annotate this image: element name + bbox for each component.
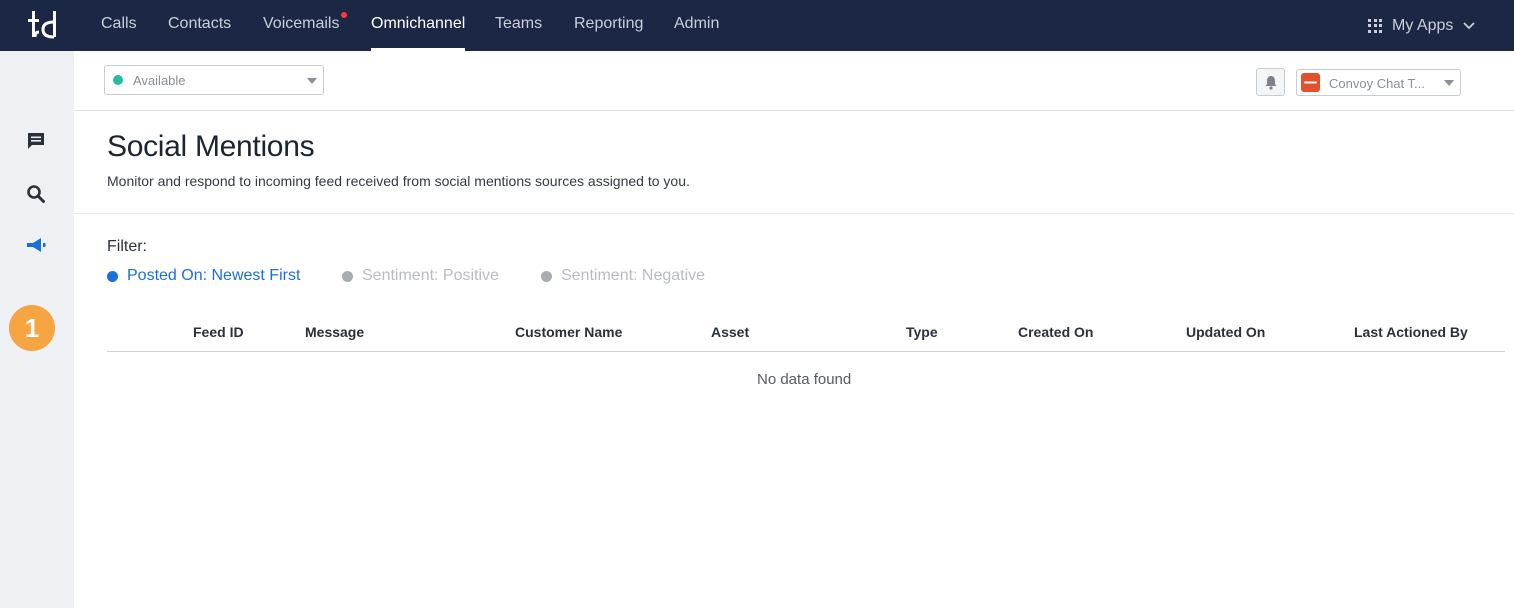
status-select[interactable]: Available	[104, 65, 324, 95]
filter-dot	[107, 270, 118, 282]
filter-sentiment-positive[interactable]: Sentiment: Positive	[342, 267, 499, 285]
filter-option-label: Sentiment: Positive	[362, 267, 499, 284]
column-header-updated-on[interactable]: Updated On	[1186, 324, 1265, 340]
caret-down-icon	[307, 78, 317, 84]
page-title: Social Mentions	[107, 130, 315, 163]
table-divider	[107, 351, 1505, 352]
nav-admin[interactable]: Admin	[674, 0, 719, 51]
chat-icon[interactable]	[24, 129, 48, 153]
left-sidebar: 1	[0, 51, 74, 608]
column-header-customer-name[interactable]: Customer Name	[515, 324, 622, 340]
search-icon[interactable]	[24, 182, 48, 206]
status-value: Available	[133, 73, 186, 88]
column-header-message[interactable]: Message	[305, 324, 364, 340]
filter-label: Filter:	[107, 238, 147, 255]
my-apps-menu[interactable]: My Apps	[1368, 0, 1475, 51]
column-header-asset[interactable]: Asset	[711, 324, 749, 340]
nav-teams[interactable]: Teams	[495, 0, 542, 51]
nav-contacts[interactable]: Contacts	[168, 0, 231, 51]
filter-posted-on[interactable]: Posted On: Newest First	[107, 267, 300, 285]
bell-icon	[1265, 75, 1276, 90]
nav-voicemails[interactable]: Voicemails	[263, 0, 348, 51]
column-header-type[interactable]: Type	[906, 324, 938, 340]
top-navigation-bar: Calls Contacts Voicemails Omnichannel Te…	[0, 0, 1514, 51]
chevron-down-icon	[1463, 21, 1475, 29]
divider	[74, 213, 1514, 214]
page-description: Monitor and respond to incoming feed rec…	[107, 173, 690, 189]
app-grid-icon	[1368, 18, 1382, 33]
toolbar: Available Convoy Chat T...	[74, 51, 1514, 111]
megaphone-icon[interactable]	[24, 234, 48, 258]
notification-dot	[341, 12, 348, 18]
filter-sentiment-negative[interactable]: Sentiment: Negative	[541, 267, 705, 285]
notifications-button[interactable]	[1256, 68, 1285, 96]
td-logo[interactable]	[28, 10, 62, 40]
filter-dot	[541, 270, 552, 282]
convoy-logo-icon	[1301, 73, 1320, 92]
status-indicator-dot	[113, 75, 123, 85]
my-apps-label: My Apps	[1392, 17, 1454, 34]
column-header-feed-id[interactable]: Feed ID	[193, 324, 244, 340]
chat-channel-select[interactable]: Convoy Chat T...	[1296, 69, 1461, 96]
filter-dot	[342, 270, 353, 282]
empty-state-message: No data found	[757, 371, 852, 388]
chat-channel-value: Convoy Chat T...	[1329, 76, 1425, 91]
column-header-created-on[interactable]: Created On	[1018, 324, 1093, 340]
nav-reporting[interactable]: Reporting	[574, 0, 643, 51]
filter-option-label: Posted On: Newest First	[127, 267, 301, 284]
filter-option-label: Sentiment: Negative	[561, 267, 706, 284]
column-header-last-actioned-by[interactable]: Last Actioned By	[1354, 324, 1468, 340]
nav-omnichannel[interactable]: Omnichannel	[371, 0, 466, 51]
nav-calls[interactable]: Calls	[101, 0, 137, 51]
caret-down-icon	[1444, 80, 1454, 86]
step-badge: 1	[9, 305, 55, 351]
